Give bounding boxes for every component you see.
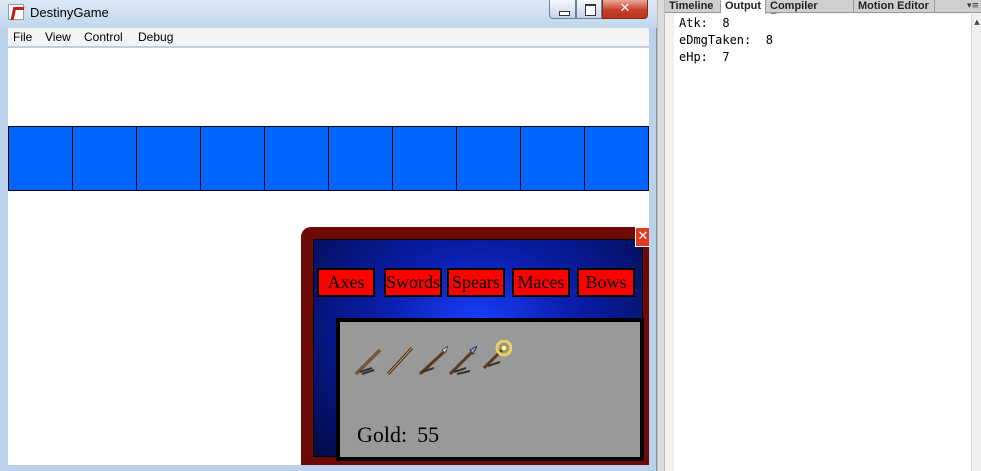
tab-motion-editor[interactable]: Motion Editor — [854, 0, 935, 13]
close-icon: ✕ — [637, 229, 649, 244]
game-stage[interactable]: Axes Swords Spears Maces Bows Gold: 55 ✕ — [8, 48, 649, 465]
shop-close-button[interactable]: ✕ — [635, 227, 649, 247]
panel-tab-bar: Timeline Output Compiler Errors Motion E… — [665, 0, 981, 24]
sword-icon[interactable] — [384, 346, 414, 376]
inventory-slot[interactable] — [201, 127, 265, 190]
panel-splitter[interactable] — [657, 0, 665, 471]
tab-output[interactable]: Output — [721, 0, 766, 14]
gold-value: 55 — [417, 422, 440, 447]
shop-items-area: Gold: 55 — [336, 318, 644, 461]
maximize-button[interactable] — [576, 0, 602, 19]
spear-icon[interactable] — [354, 346, 384, 376]
output-line: eDmgTaken: 8 — [679, 33, 773, 47]
title-bar[interactable]: DestinyGame ✕ — [0, 0, 657, 28]
close-icon: ✕ — [619, 1, 631, 16]
spear-icon[interactable] — [418, 346, 448, 376]
weapon-shop-panel: Axes Swords Spears Maces Bows Gold: 55 ✕ — [301, 227, 649, 465]
menu-view[interactable]: View — [45, 30, 71, 44]
game-window: DestinyGame ✕ File View Control Debug Ax… — [0, 0, 657, 471]
output-log[interactable]: Atk: 8 eDmgTaken: 8 eHp: 7 — [674, 14, 971, 471]
menu-control[interactable]: Control — [84, 30, 123, 44]
inventory-slot[interactable] — [265, 127, 329, 190]
tab-spears[interactable]: Spears — [447, 268, 505, 297]
tab-axes[interactable]: Axes — [317, 268, 375, 297]
menu-bar: File View Control Debug — [8, 28, 649, 47]
gold-counter: Gold: 55 — [357, 422, 439, 448]
close-window-button[interactable]: ✕ — [602, 0, 648, 19]
flash-app-icon — [8, 4, 24, 20]
inventory-slot[interactable] — [585, 127, 648, 190]
screen: DestinyGame ✕ File View Control Debug Ax… — [0, 0, 981, 471]
inventory-slot[interactable] — [393, 127, 457, 190]
tab-maces[interactable]: Maces — [512, 268, 570, 297]
tab-timeline[interactable]: Timeline — [665, 0, 721, 13]
scroll-up-icon[interactable]: ▲ — [972, 18, 981, 26]
output-scrollbar[interactable]: ▲ — [971, 14, 981, 471]
tab-bows[interactable]: Bows — [577, 268, 635, 297]
inventory-slot[interactable] — [9, 127, 73, 190]
output-line: eHp: 7 — [679, 50, 730, 64]
inventory-slot[interactable] — [137, 127, 201, 190]
minimize-button[interactable] — [549, 0, 576, 19]
inventory-slot[interactable] — [329, 127, 393, 190]
menu-file[interactable]: File — [13, 30, 32, 44]
shop-inner-frame: Axes Swords Spears Maces Bows Gold: 55 — [313, 239, 644, 461]
trident-icon[interactable] — [448, 346, 478, 376]
tab-swords[interactable]: Swords — [384, 268, 442, 297]
gold-label: Gold: — [357, 422, 408, 447]
inventory-bar — [8, 126, 649, 191]
panel-options-icon[interactable]: ▾≡ — [965, 0, 981, 13]
output-line: Atk: 8 — [679, 16, 730, 30]
inventory-slot[interactable] — [457, 127, 521, 190]
tab-compiler-errors[interactable]: Compiler Errors — [766, 0, 854, 24]
inventory-slot[interactable] — [521, 127, 585, 190]
window-title: DestinyGame — [30, 5, 109, 20]
inventory-slot[interactable] — [73, 127, 137, 190]
golden-trident-icon[interactable] — [482, 340, 512, 370]
menu-debug[interactable]: Debug — [138, 30, 173, 44]
